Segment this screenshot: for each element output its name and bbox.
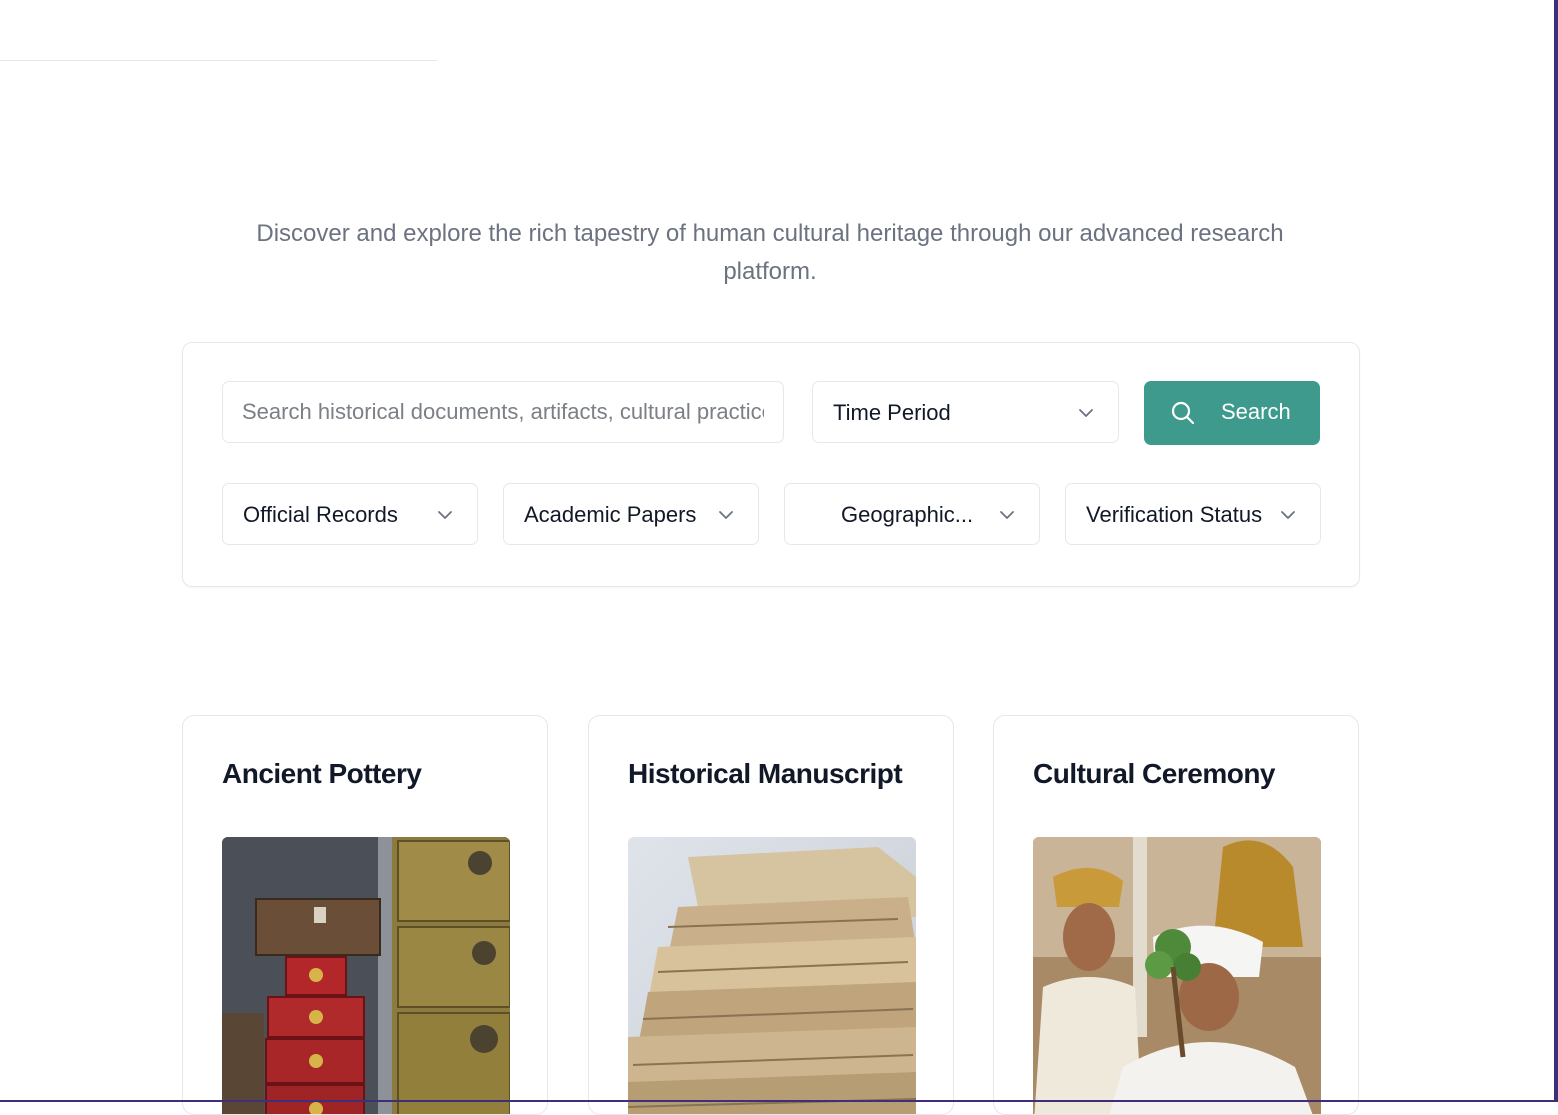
header-divider xyxy=(0,60,437,61)
filter-verification-status[interactable]: Verification Status xyxy=(1065,483,1321,545)
chevron-down-icon xyxy=(719,511,733,519)
card-image-stacked-chests xyxy=(222,837,510,1114)
card-ancient-pottery[interactable]: Ancient Pottery xyxy=(182,715,548,1115)
chevron-down-icon xyxy=(1079,409,1093,417)
search-button[interactable]: Search xyxy=(1144,381,1320,445)
card-title: Ancient Pottery xyxy=(222,758,422,789)
card-historical-manuscript[interactable]: Historical Manuscript xyxy=(588,715,954,1115)
time-period-select[interactable]: Time Period xyxy=(812,381,1119,443)
filter-official-records[interactable]: Official Records xyxy=(222,483,478,545)
filter-label: Academic Papers xyxy=(524,502,697,527)
filter-label: Geographic... xyxy=(841,502,974,527)
card-title: Historical Manuscript xyxy=(628,758,903,789)
search-button-label: Search xyxy=(1221,399,1291,424)
search-icon xyxy=(1171,401,1195,425)
search-input[interactable] xyxy=(222,381,784,443)
card-title: Cultural Ceremony xyxy=(1033,758,1276,789)
card-image-paper-stack xyxy=(628,837,916,1114)
card-image-ceremony xyxy=(1033,837,1321,1114)
window-frame-right xyxy=(1554,0,1558,1102)
chevron-down-icon xyxy=(1000,511,1014,519)
search-panel: Time Period Search Official Records Acad… xyxy=(182,342,1360,587)
filter-academic-papers[interactable]: Academic Papers xyxy=(503,483,759,545)
chevron-down-icon xyxy=(438,511,452,519)
hero-intro: Discover and explore the rich tapestry o… xyxy=(256,220,1284,285)
filter-label: Official Records xyxy=(243,502,398,527)
chevron-down-icon xyxy=(1281,511,1295,519)
card-cultural-ceremony[interactable]: Cultural Ceremony xyxy=(993,715,1359,1115)
time-period-label: Time Period xyxy=(833,400,951,425)
filter-geographic[interactable]: Geographic... xyxy=(784,483,1040,545)
filter-label: Verification Status xyxy=(1086,502,1263,527)
